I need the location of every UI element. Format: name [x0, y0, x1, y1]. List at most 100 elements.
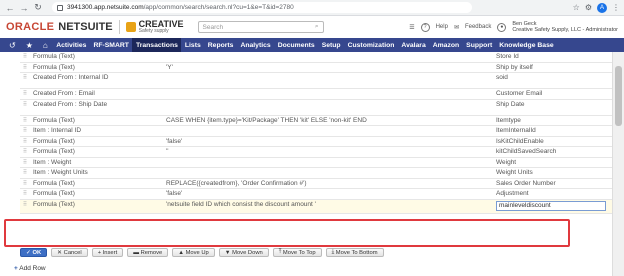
custom-label-input[interactable]: mainleveldiscount	[496, 200, 606, 211]
field-cell: Item : Weight	[33, 158, 72, 166]
table-row[interactable]: ⠿ Created From : Internal ID soid	[20, 73, 612, 89]
table-row[interactable]: ⠿ Created From : Ship Date Ship Date	[20, 100, 612, 116]
formula-cell[interactable]: 'netsuite field ID which consist the dis…	[166, 200, 496, 208]
url-domain: 3941300.app.netsuite.com	[67, 4, 144, 11]
nav-knowledge-base[interactable]: Knowledge Base	[496, 38, 557, 52]
add-row-button[interactable]: + Add Row	[14, 265, 46, 272]
formula-cell	[166, 52, 496, 53]
extension-icon[interactable]: ⚙	[585, 3, 592, 12]
oracle-logo[interactable]: ORACLE	[6, 21, 54, 33]
drag-handle-icon[interactable]: ⠿	[20, 189, 30, 197]
drag-handle-icon[interactable]: ⠿	[20, 100, 30, 108]
nav-amazon[interactable]: Amazon	[429, 38, 462, 52]
field-cell: Item : Internal ID	[33, 127, 82, 134]
ok-button[interactable]: ✓ OK	[20, 248, 48, 257]
profile-avatar[interactable]: A	[597, 2, 607, 13]
drag-handle-icon[interactable]: ⠿	[20, 147, 30, 155]
field-cell: Formula (Text)	[33, 190, 75, 197]
ok-label: OK	[32, 249, 42, 256]
nav-lists[interactable]: Lists	[181, 38, 204, 52]
field-cell: Created From : Email	[33, 90, 95, 97]
nav-analytics[interactable]: Analytics	[237, 38, 274, 52]
field-cell: Formula (Text)	[33, 53, 75, 60]
drag-handle-icon[interactable]: ⠿	[20, 116, 30, 124]
custom-label-cell: Adjustment	[496, 190, 529, 197]
company-logo: CREATIVE Safety supply	[139, 20, 184, 34]
table-row[interactable]: ⠿ Item : Internal ID ItemInternalId	[20, 126, 612, 137]
move-to-top-button[interactable]: ⤒ Move To Top	[272, 248, 322, 257]
insert-button[interactable]: + Insert	[91, 248, 124, 257]
custom-label-cell: Ship by itself	[496, 63, 533, 71]
nav-setup[interactable]: Setup	[318, 38, 344, 52]
table-row[interactable]: ⠿ Formula (Text) 'false' IsKitChildEnabl…	[20, 137, 612, 147]
formula-cell	[166, 158, 496, 159]
help-link[interactable]: Help	[436, 24, 448, 30]
drag-handle-icon[interactable]: ⠿	[20, 137, 30, 145]
recent-icon[interactable]: ☰	[409, 24, 414, 31]
history-icon[interactable]: ↺	[4, 38, 21, 52]
field-cell: Formula (Text)	[33, 137, 75, 145]
drag-handle-icon[interactable]: ⠿	[20, 63, 30, 71]
drag-handle-icon[interactable]: ⠿	[20, 126, 30, 134]
company-tagline: Safety supply	[138, 28, 169, 34]
menu-icon[interactable]: ⋮	[612, 3, 620, 12]
drag-handle-icon[interactable]: ⠿	[20, 168, 30, 176]
editing-row[interactable]: ⠿ Formula (Text) 'netsuite field ID whic…	[20, 199, 612, 214]
nav-support[interactable]: Support	[463, 38, 496, 52]
user-icon[interactable]: ●	[497, 22, 507, 32]
nav-transactions[interactable]: Transactions	[132, 38, 182, 52]
user-menu[interactable]: Ben Geck Creative Safety Supply, LLC - A…	[512, 21, 618, 34]
address-bar[interactable]: 3941300.app.netsuite.com /app/common/sea…	[52, 2, 472, 13]
field-cell[interactable]: Formula (Text)	[30, 200, 134, 208]
vertical-scrollbar[interactable]	[612, 52, 624, 276]
help-icon[interactable]: ?	[420, 22, 430, 32]
star-icon[interactable]: ★	[21, 38, 38, 52]
home-icon[interactable]: ⌂	[38, 38, 53, 52]
field-cell: Created From : Ship Date	[33, 100, 108, 108]
nav-customization[interactable]: Customization	[344, 38, 398, 52]
feedback-icon[interactable]: ✉	[454, 24, 459, 31]
table-row[interactable]: ⠿ Created From : Email Customer Email	[20, 89, 612, 100]
move-up-button[interactable]: ▲ Move Up	[172, 248, 215, 257]
table-row[interactable]: ⠿ Formula (Text) 'false' Adjustment	[20, 189, 612, 200]
remove-button[interactable]: ▬ Remove	[127, 248, 169, 257]
drag-handle-icon[interactable]: ⠿	[20, 52, 30, 60]
nav-activities[interactable]: Activities	[53, 38, 90, 52]
field-cell: Item : Weight Units	[33, 169, 88, 176]
drag-handle-icon[interactable]: ⠿	[20, 89, 30, 97]
table-row[interactable]: ⠿ Formula (Text) REPLACE({createdfrom}, …	[20, 179, 612, 189]
table-row[interactable]: ⠿ Formula (Text) '' kitChildSavedSearch	[20, 147, 612, 158]
table-row[interactable]: ⠿ Formula (Text) 'Y' Ship by itself	[20, 63, 612, 73]
drag-handle-icon[interactable]: ⠿	[20, 179, 30, 187]
forward-icon[interactable]: →	[18, 2, 30, 14]
drag-handle-icon[interactable]: ⠿	[20, 73, 30, 81]
scrollbar-thumb[interactable]	[615, 66, 622, 126]
global-search-input[interactable]: Search ⌕	[197, 21, 324, 33]
cancel-button[interactable]: ✕ Cancel	[51, 248, 88, 257]
nav-rf-smart[interactable]: RF-SMART	[90, 38, 133, 52]
results-columns-editor: ⠿ Formula (Text) Store Id ⠿ Formula (Tex…	[0, 52, 612, 276]
feedback-link[interactable]: Feedback	[465, 24, 491, 30]
nav-avalara[interactable]: Avalara	[398, 38, 429, 52]
search-icon[interactable]: ⌕	[315, 23, 319, 31]
table-row[interactable]: ⠿ Formula (Text) CASE WHEN {item.type}='…	[20, 116, 612, 126]
drag-handle-icon[interactable]: ⠿	[20, 158, 30, 166]
formula-cell: CASE WHEN {item.type}='Kit/Package' THEN…	[166, 116, 367, 124]
reload-icon[interactable]: ↻	[32, 2, 44, 14]
netsuite-logo[interactable]: NETSUITE	[58, 21, 112, 33]
table-row[interactable]: ⠿ Item : Weight Weight	[20, 158, 612, 168]
browser-toolbar: ← → ↻ 3941300.app.netsuite.com /app/comm…	[0, 0, 624, 16]
field-cell: Formula (Text)	[33, 116, 75, 124]
table-row[interactable]: ⠿ Item : Weight Units Weight Units	[20, 168, 612, 179]
move-to-bottom-button[interactable]: ⤓ Move To Bottom	[325, 248, 384, 257]
nav-documents[interactable]: Documents	[274, 38, 318, 52]
back-icon[interactable]: ←	[4, 2, 16, 14]
star-icon[interactable]: ☆	[573, 3, 580, 12]
nav-reports[interactable]: Reports	[204, 38, 237, 52]
move-down-button[interactable]: ▼ Move Down	[218, 248, 269, 257]
table-row[interactable]: ⠿ Formula (Text) Store Id	[20, 52, 612, 63]
formula-cell	[166, 73, 496, 74]
custom-label-cell: Customer Email	[496, 90, 543, 97]
field-cell: Formula (Text)	[33, 148, 75, 155]
drag-handle-icon[interactable]: ⠿	[20, 200, 30, 208]
